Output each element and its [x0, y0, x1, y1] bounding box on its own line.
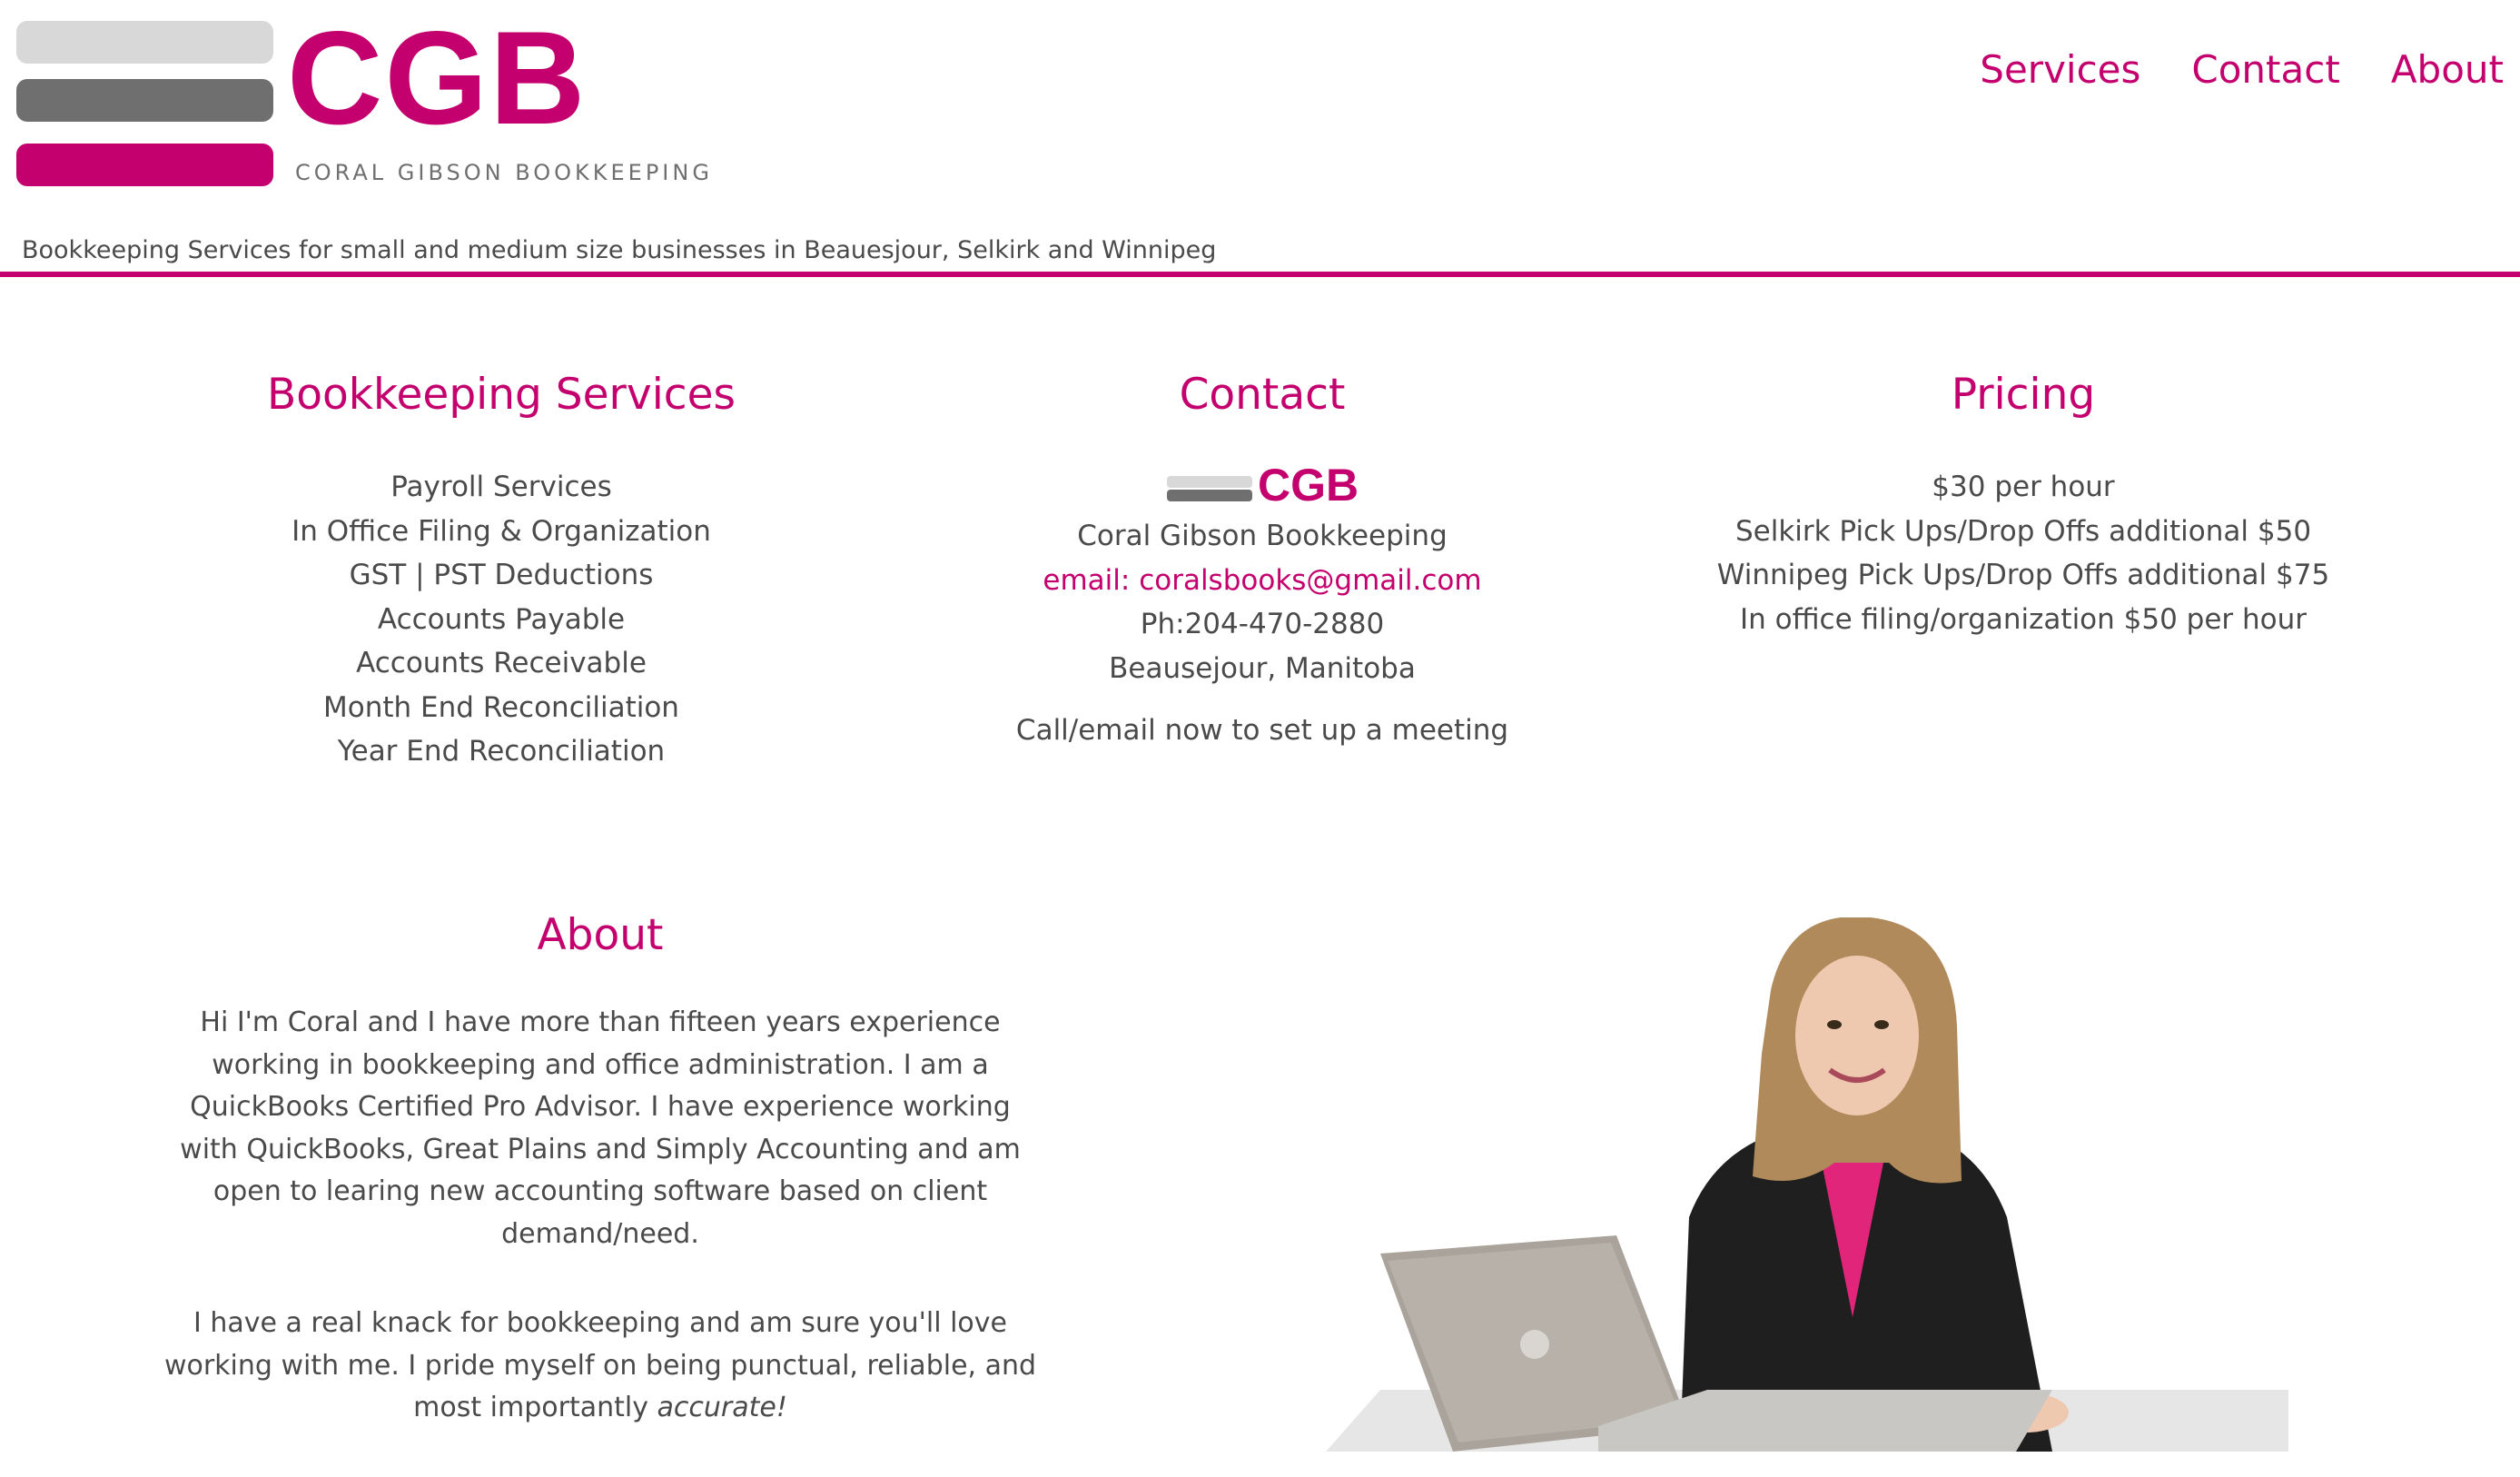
about-paragraph-2-text: I have a real knack for bookkeeping and … — [163, 1307, 1037, 1423]
service-item: GST | PST Deductions — [349, 559, 654, 591]
main-nav: Services Contact About — [1980, 47, 2504, 92]
nav-link-about[interactable]: About — [2391, 47, 2504, 92]
pricing-item: Winnipeg Pick Ups/Drop Offs additional $… — [1716, 559, 2330, 591]
mini-logo-bar-dark — [1167, 490, 1252, 501]
logo-bar-light — [16, 21, 273, 64]
service-item: Accounts Payable — [377, 602, 626, 636]
pricing-item: Selkirk Pick Ups/Drop Offs additional $5… — [1734, 514, 2312, 548]
pricing-item: In office filing/organization $50 per ho… — [1739, 602, 2308, 636]
services-section: Bookkeeping Services Payroll Services In… — [120, 363, 883, 774]
mini-logo-bar-light — [1167, 476, 1252, 488]
about-paragraph-2: I have a real knack for bookkeeping and … — [163, 1303, 1037, 1430]
contact-location: Beausejour, Manitoba — [1109, 651, 1416, 685]
service-item: Year End Reconciliation — [337, 735, 666, 768]
contact-section: Contact CGB Coral Gibson Bookkeeping ema… — [881, 363, 1644, 753]
portrait-photo — [1326, 917, 2288, 1452]
pricing-section: Pricing $30 per hour Selkirk Pick Ups/Dr… — [1642, 363, 2405, 641]
about-emphasis: accurate! — [657, 1392, 787, 1423]
logo-subtitle: CORAL GIBSON BOOKKEEPING — [295, 160, 713, 185]
service-item: Accounts Receivable — [356, 647, 647, 679]
about-section: About Hi I'm Coral and I have more than … — [163, 904, 1037, 1477]
contact-heading: Contact — [1179, 370, 1346, 420]
pricing-heading: Pricing — [1951, 370, 2096, 420]
service-item: Month End Reconciliation — [323, 690, 679, 724]
contact-logo: CGB — [1167, 460, 1359, 511]
contact-business-name: Coral Gibson Bookkeeping — [1077, 520, 1448, 552]
mini-logo-wordmark: CGB — [1258, 460, 1359, 511]
site-tagline: Bookkeeping Services for small and mediu… — [22, 236, 1217, 264]
service-item: Payroll Services — [390, 471, 612, 503]
about-paragraph: Hi I'm Coral and I have more than fiftee… — [180, 1006, 1021, 1250]
logo-bar-pink — [16, 144, 273, 186]
about-heading: About — [537, 910, 664, 960]
site-logo[interactable]: CGB CORAL GIBSON BOOKKEEPING — [16, 10, 709, 193]
nav-link-services[interactable]: Services — [1980, 47, 2140, 92]
header-divider — [0, 272, 2520, 277]
contact-email-link[interactable]: email: coralsbooks@gmail.com — [881, 559, 1644, 603]
nav-link-contact[interactable]: Contact — [2191, 47, 2339, 92]
services-heading: Bookkeeping Services — [267, 370, 736, 420]
contact-phone: Ph:204-470-2880 — [1140, 608, 1385, 640]
contact-cta: Call/email now to set up a meeting — [1015, 714, 1509, 747]
logo-wordmark: CGB — [287, 4, 588, 152]
pricing-item: $30 per hour — [1932, 471, 2115, 503]
logo-bar-dark — [16, 79, 273, 122]
service-item: In Office Filing & Organization — [292, 514, 711, 548]
